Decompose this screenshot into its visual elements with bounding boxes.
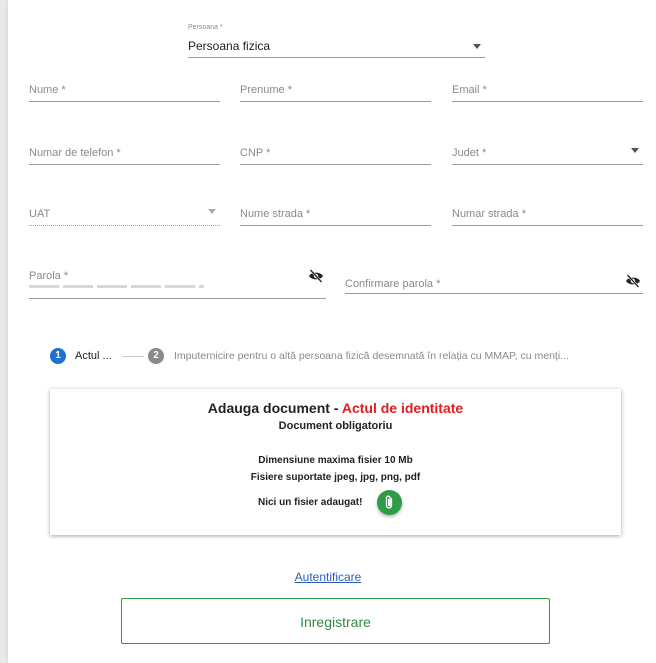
confirmare-label: Confirmare parola * bbox=[345, 278, 441, 290]
persoana-underline bbox=[188, 57, 485, 58]
nume-label: Nume * bbox=[29, 84, 66, 96]
step-connector bbox=[122, 356, 144, 357]
step-1-number: 1 bbox=[50, 348, 66, 364]
confirmare-parola-field[interactable]: Confirmare parola * bbox=[345, 274, 643, 294]
parola-underline bbox=[29, 298, 326, 299]
nr-strada-field[interactable]: Numar strada * bbox=[452, 204, 643, 226]
email-underline bbox=[452, 101, 643, 102]
telefon-underline bbox=[29, 164, 220, 165]
prenume-label: Prenume * bbox=[240, 84, 292, 96]
step-1-label: Actul ... bbox=[75, 350, 112, 362]
chevron-down-icon bbox=[473, 44, 481, 49]
nr-strada-underline bbox=[452, 225, 643, 226]
password-mask bbox=[29, 285, 204, 288]
telefon-field[interactable]: Numar de telefon * bbox=[29, 143, 220, 165]
upload-max-size: Dimensiune maxima fisier 10 Mb bbox=[258, 455, 413, 466]
email-field[interactable]: Email * bbox=[452, 80, 643, 102]
persoana-value: Persoana fizica bbox=[188, 39, 271, 53]
parola-label: Parola * bbox=[29, 270, 69, 282]
telefon-label: Numar de telefon * bbox=[29, 147, 121, 159]
strada-field[interactable]: Nume strada * bbox=[240, 204, 431, 226]
uat-label: UAT bbox=[29, 208, 51, 220]
nume-underline bbox=[29, 101, 220, 102]
upload-title-prefix: Adauga document - bbox=[207, 400, 342, 416]
cnp-label: CNP * bbox=[240, 147, 271, 159]
parola-field[interactable]: Parola * bbox=[29, 266, 326, 299]
document-stepper: 1 Actul ... 2 Imputernicire pentru o alt… bbox=[50, 348, 630, 368]
uat-underline bbox=[29, 225, 220, 226]
chevron-down-icon bbox=[631, 148, 639, 153]
eye-off-icon[interactable] bbox=[308, 269, 324, 283]
cnp-underline bbox=[240, 164, 431, 165]
upload-none: Nici un fisier adaugat! bbox=[258, 497, 363, 508]
nr-strada-label: Numar strada * bbox=[452, 208, 526, 220]
strada-underline bbox=[240, 225, 431, 226]
persoana-select[interactable]: Persoana * Persoana fizica bbox=[188, 24, 485, 58]
confirmare-underline bbox=[345, 293, 643, 294]
nume-field[interactable]: Nume * bbox=[29, 80, 220, 102]
prenume-underline bbox=[240, 101, 431, 102]
upload-title: Adauga document - Actul de identitate bbox=[50, 400, 621, 416]
upload-types: Fisiere suportate jpeg, jpg, png, pdf bbox=[250, 472, 421, 483]
strada-label: Nume strada * bbox=[240, 208, 311, 220]
step-2-label: Imputernicire pentru o altă persoana fiz… bbox=[174, 350, 569, 362]
autentificare-link[interactable]: Autentificare bbox=[0, 570, 656, 584]
judet-select[interactable]: Judet * bbox=[452, 143, 643, 165]
judet-label: Judet * bbox=[452, 147, 487, 159]
email-label: Email * bbox=[452, 84, 487, 96]
upload-card: Adauga document - Actul de identitate Do… bbox=[50, 389, 621, 535]
eye-off-icon[interactable] bbox=[625, 274, 641, 288]
inregistrare-button[interactable]: Inregistrare bbox=[121, 598, 550, 644]
step-2-number: 2 bbox=[148, 348, 164, 364]
cnp-field[interactable]: CNP * bbox=[240, 143, 431, 165]
attach-button[interactable] bbox=[377, 490, 402, 515]
uat-select[interactable]: UAT bbox=[29, 204, 220, 226]
chevron-down-icon bbox=[208, 209, 216, 214]
paperclip-icon bbox=[385, 495, 393, 509]
judet-underline bbox=[452, 164, 643, 165]
persoana-label: Persoana * bbox=[188, 24, 223, 31]
upload-mandatory: Document obligatoriu bbox=[278, 420, 393, 432]
upload-title-doc: Actul de identitate bbox=[341, 400, 464, 416]
prenume-field[interactable]: Prenume * bbox=[240, 80, 431, 102]
